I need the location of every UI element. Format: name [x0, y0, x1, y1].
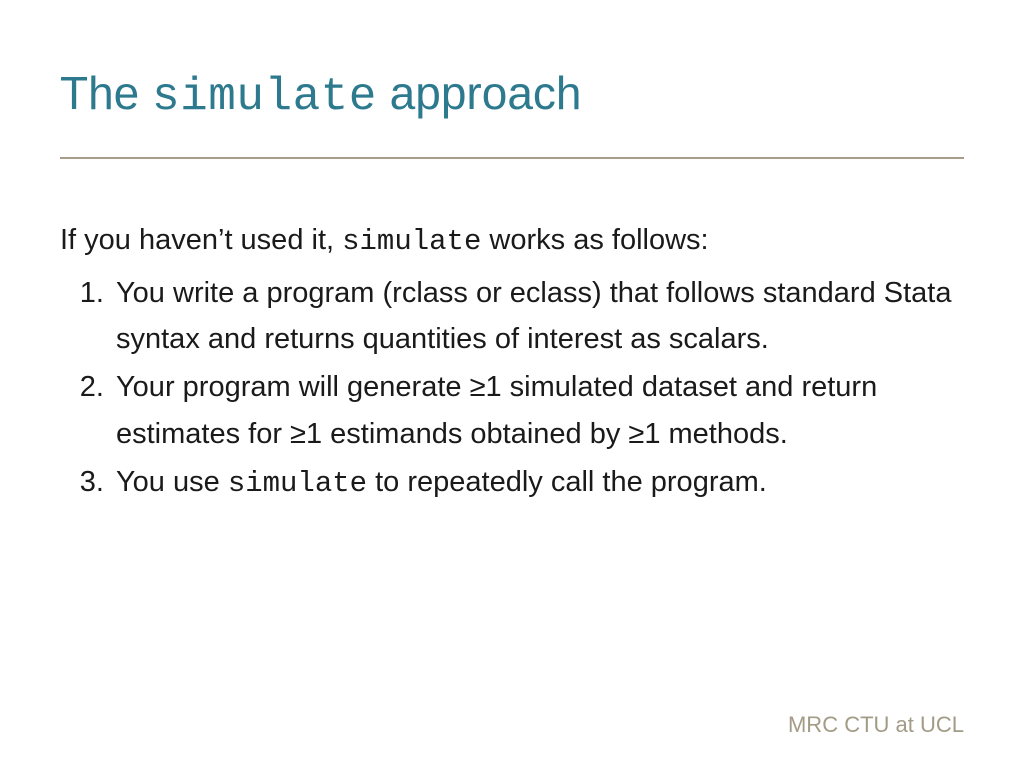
step-3-post: to repeatedly call the program.	[367, 466, 767, 498]
step-3: You use simulate to repeatedly call the …	[112, 459, 964, 507]
slide-title: The simulate approach	[60, 66, 964, 125]
slide: The simulate approach If you haven’t use…	[0, 0, 1024, 768]
intro-mono: simulate	[342, 225, 481, 258]
steps-list: You write a program (rclass or eclass) t…	[60, 270, 964, 508]
title-pre: The	[60, 67, 152, 119]
step-3-pre: You use	[116, 466, 228, 498]
step-1: You write a program (rclass or eclass) t…	[112, 270, 964, 363]
footer-text: MRC CTU at UCL	[788, 712, 964, 738]
title-post: approach	[377, 67, 582, 119]
step-3-mono: simulate	[228, 467, 367, 500]
title-mono: simulate	[152, 71, 377, 123]
intro-line: If you haven’t used it, simulate works a…	[60, 217, 964, 265]
step-2: Your program will generate ≥1 simulated …	[112, 364, 964, 457]
body: If you haven’t used it, simulate works a…	[60, 217, 964, 507]
intro-pre: If you haven’t used it,	[60, 224, 342, 256]
title-divider	[60, 157, 964, 159]
intro-post: works as follows:	[481, 224, 708, 256]
